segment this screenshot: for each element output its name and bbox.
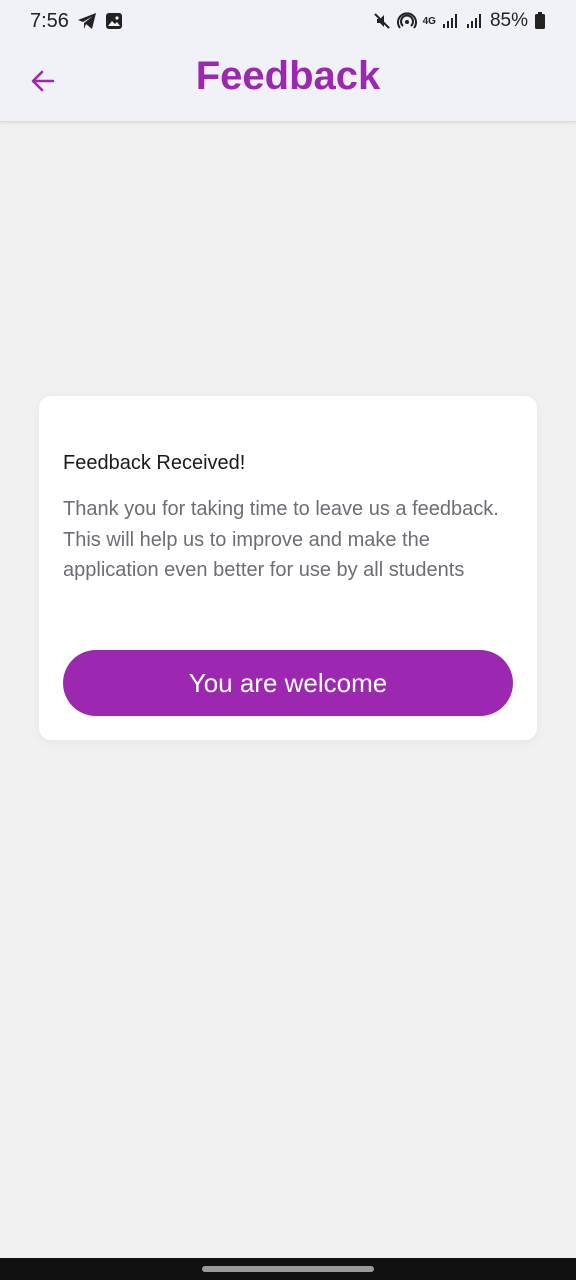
mute-icon [373, 12, 391, 30]
navigation-bar [0, 1258, 576, 1280]
signal-icon-2 [466, 13, 484, 29]
signal-icon [442, 13, 460, 29]
app-bar: Feedback [0, 42, 576, 122]
status-bar: 7:56 4G 85% [0, 0, 576, 42]
dialog-title: Feedback Received! [63, 452, 246, 474]
feedback-dialog: Feedback Received! Thank you for taking … [39, 396, 537, 740]
battery-percent: 85% [489, 10, 528, 31]
status-time: 7:56 [30, 9, 69, 32]
battery-icon [534, 12, 546, 30]
dialog-message: Thank you for taking time to leave us a … [63, 498, 499, 581]
status-right: 4G 85% [373, 10, 546, 32]
you-are-welcome-button[interactable]: You are welcome [63, 650, 513, 716]
hotspot-icon [396, 12, 417, 30]
status-left: 7:56 [30, 10, 123, 33]
telegram-icon [77, 12, 97, 30]
image-icon [105, 12, 123, 30]
network-type: 4G [422, 15, 436, 27]
page-title: Feedback [195, 54, 381, 98]
home-indicator[interactable] [202, 1266, 374, 1272]
